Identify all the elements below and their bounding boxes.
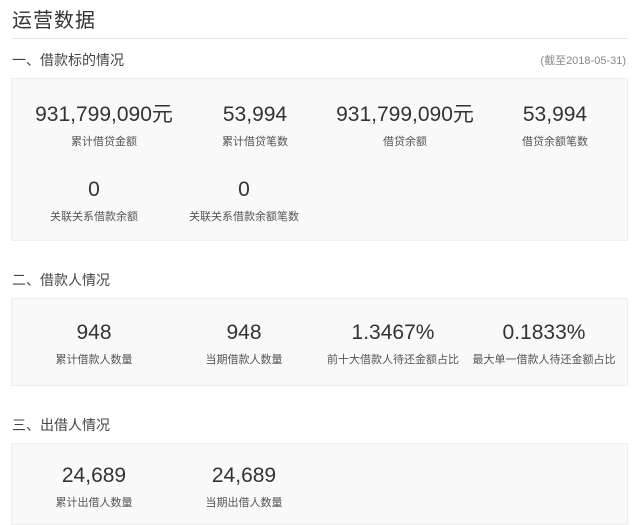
stat-label: 借贷余额	[383, 136, 427, 148]
section-heading-loans: 一、借款标的情况	[12, 52, 124, 68]
stat-value: 931,799,090元	[336, 103, 474, 126]
loan-stats-card: 931,799,090元 累计借贷金额 53,994 累计借贷笔数 931,79…	[11, 78, 628, 241]
as-of-date: (截至2018-05-31)	[540, 55, 626, 67]
stat-largest-borrower-share: 0.1833% 最大单一借款人待还金额占比	[469, 321, 619, 367]
section-heading-lenders: 三、出借人情况	[12, 417, 110, 433]
stat-top10-borrower-share: 1.3467% 前十大借款人待还金额占比	[318, 321, 468, 367]
stat-cumulative-loan-amount: 931,799,090元 累计借贷金额	[29, 103, 179, 149]
stat-value: 24,689	[211, 464, 277, 487]
stat-value: 931,799,090元	[35, 103, 173, 126]
section-heading-borrowers: 二、借款人情况	[12, 272, 110, 288]
stat-related-party-balance: 0 关联关系借款余额	[19, 178, 169, 224]
stat-label: 累计借款人数量	[55, 354, 133, 366]
stat-value: 948	[226, 321, 262, 344]
stat-current-borrowers: 948 当期借款人数量	[169, 321, 319, 367]
lender-stats-card: 24,689 累计出借人数量 24,689 当期出借人数量	[11, 443, 628, 525]
stat-label: 当期借款人数量	[205, 354, 283, 366]
stat-label: 累计借贷金额	[71, 136, 137, 148]
stat-current-lenders: 24,689 当期出借人数量	[169, 464, 319, 510]
borrower-stats-card: 948 累计借款人数量 948 当期借款人数量 1.3467% 前十大借款人待还…	[11, 298, 628, 386]
stat-value: 0	[88, 178, 100, 201]
stat-related-party-balance-count: 0 关联关系借款余额笔数	[169, 178, 319, 224]
stat-cumulative-borrowers: 948 累计借款人数量	[19, 321, 169, 367]
stat-loan-balance-count: 53,994 借贷余额笔数	[480, 103, 630, 149]
stat-value: 0	[238, 178, 250, 201]
stat-label: 关联关系借款余额	[50, 211, 138, 223]
stat-value: 1.3467%	[351, 321, 435, 344]
stat-label: 关联关系借款余额笔数	[189, 211, 299, 223]
stat-label: 最大单一借款人待还金额占比	[472, 354, 616, 366]
title-divider	[12, 38, 628, 39]
stat-cumulative-loan-count: 53,994 累计借贷笔数	[180, 103, 330, 149]
stat-label: 累计借贷笔数	[222, 136, 288, 148]
stat-label: 累计出借人数量	[55, 497, 133, 509]
stat-cumulative-lenders: 24,689 累计出借人数量	[19, 464, 169, 510]
stat-label: 前十大借款人待还金额占比	[327, 354, 459, 366]
stat-value: 24,689	[61, 464, 127, 487]
stat-loan-balance: 931,799,090元 借贷余额	[330, 103, 480, 149]
stat-value: 53,994	[222, 103, 288, 126]
stat-label: 当期出借人数量	[205, 497, 283, 509]
page-title: 运营数据	[12, 10, 96, 32]
stat-value: 53,994	[522, 103, 588, 126]
stat-label: 借贷余额笔数	[522, 136, 588, 148]
stat-value: 948	[76, 321, 112, 344]
stat-value: 0.1833%	[502, 321, 586, 344]
